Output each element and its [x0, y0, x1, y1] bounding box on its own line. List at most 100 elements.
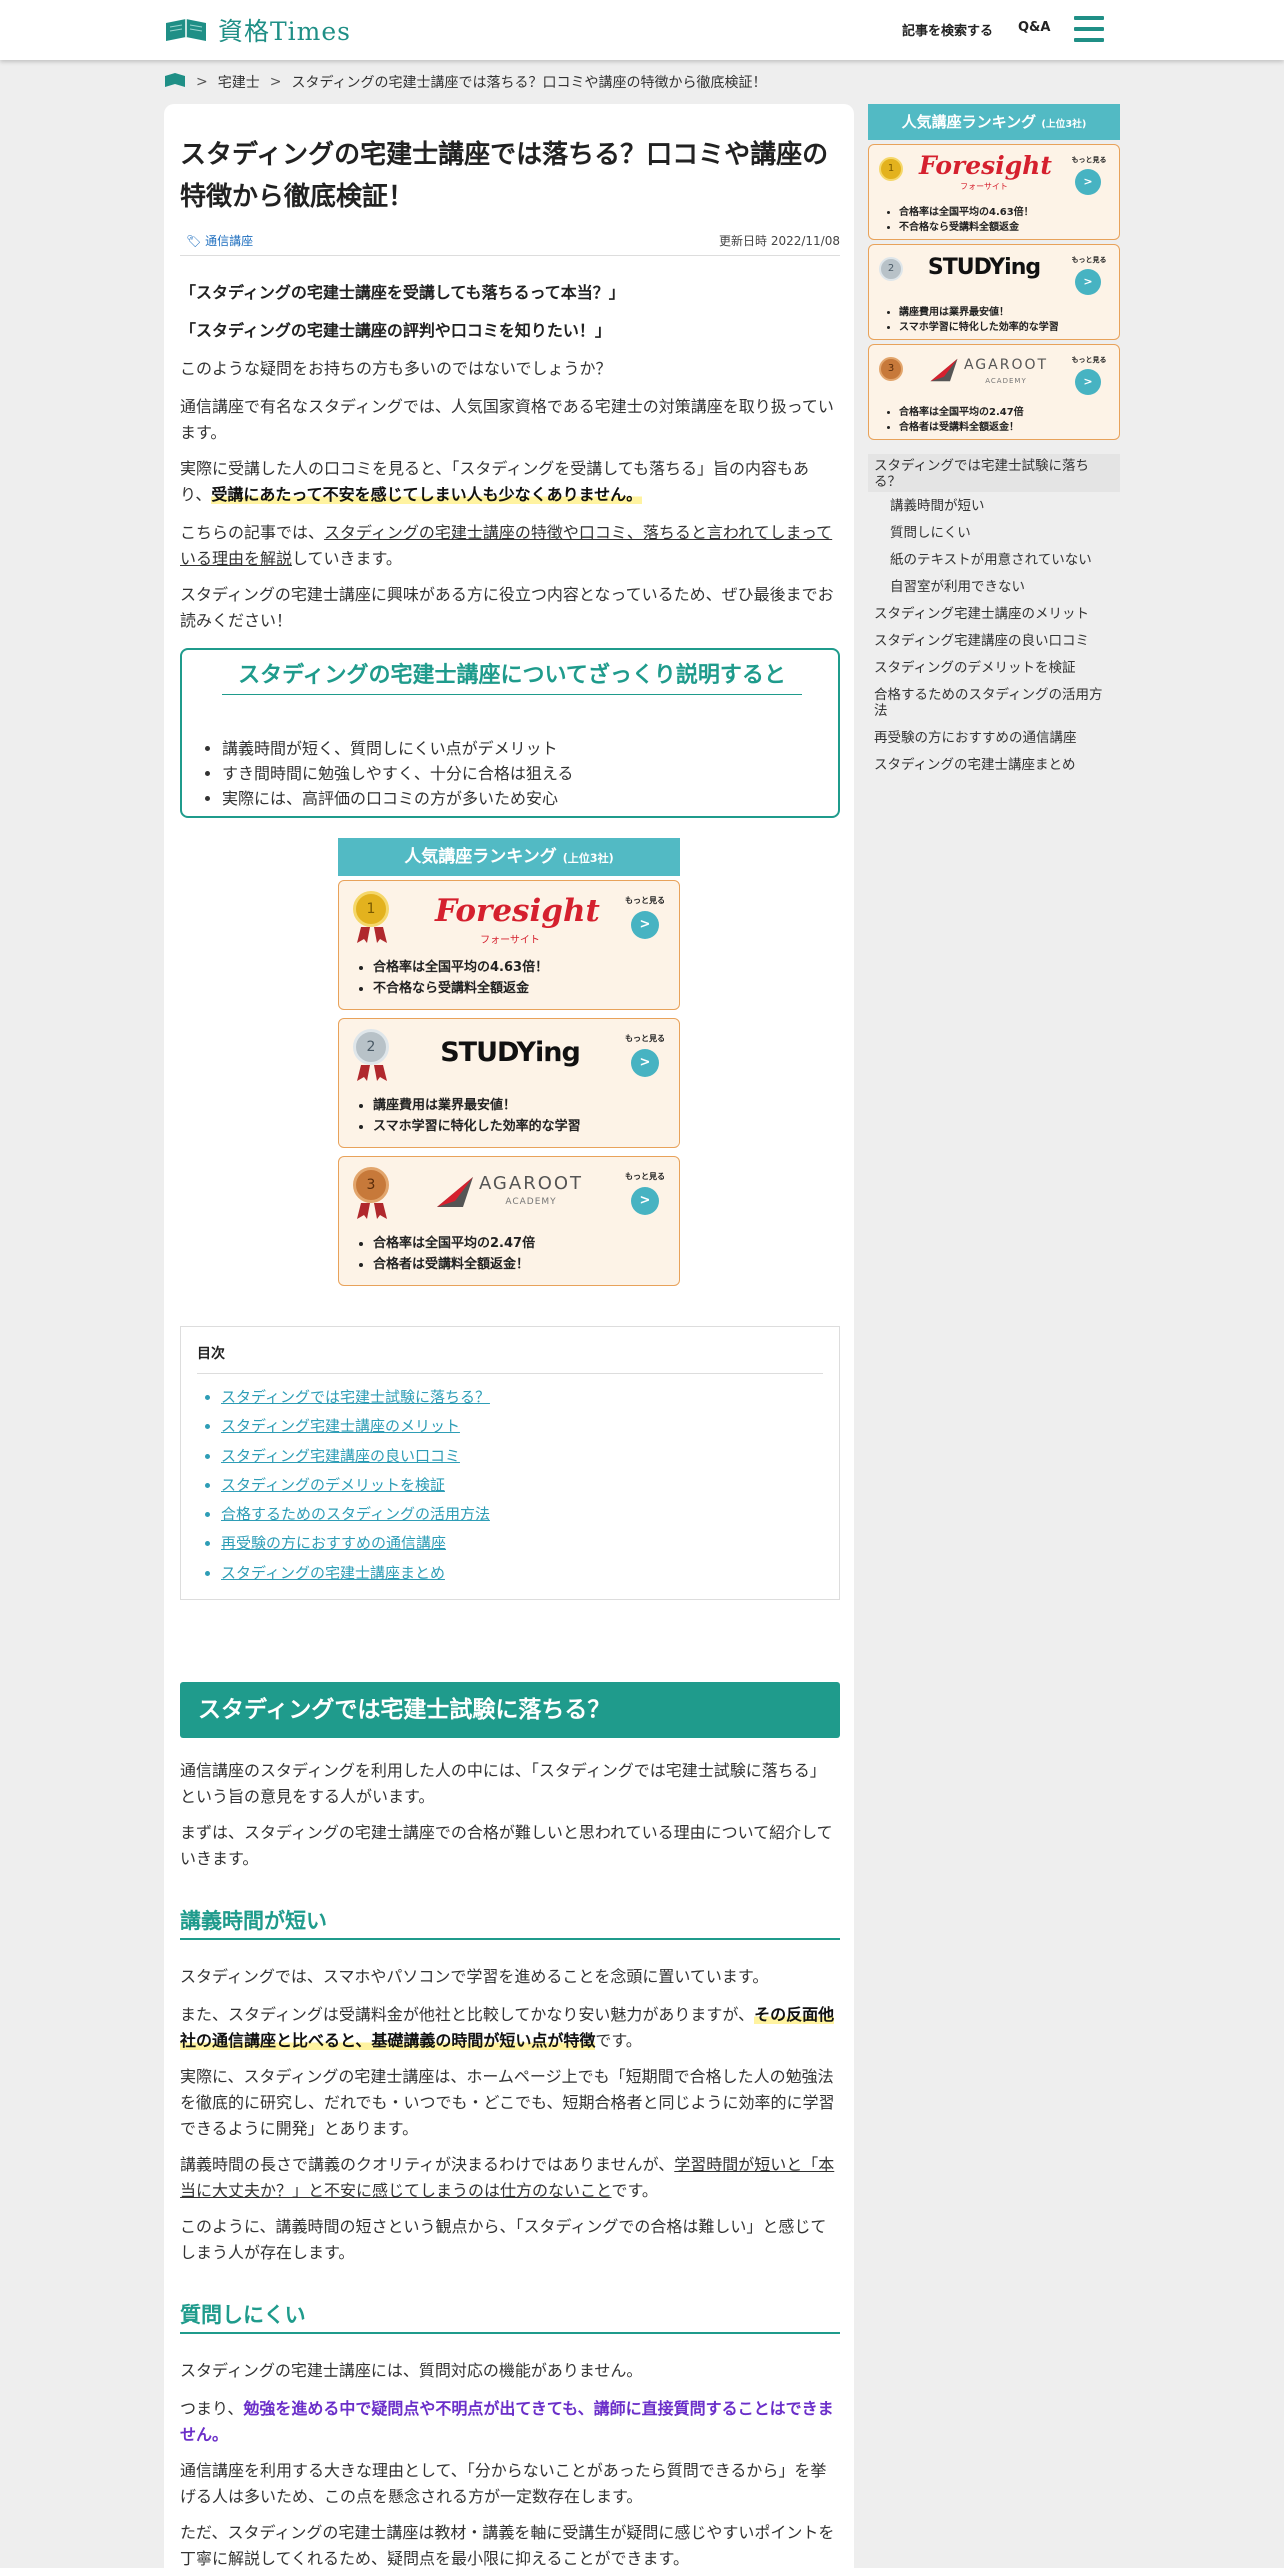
home-icon[interactable]: [164, 72, 186, 92]
text-span: していきます。: [292, 549, 402, 568]
toc-link[interactable]: スタディング宅建講座の良い口コミ: [221, 1447, 460, 1465]
summary-item: すき間時間に勉強しやすく、十分に合格は狙える: [222, 761, 573, 786]
nav-search-link[interactable]: 記事を検索する: [902, 20, 993, 39]
text-span: 講義時間の長さで講義のクオリティが決まるわけではありませんが、: [180, 2155, 675, 2174]
ranking-widget-sidebar: 人気講座ランキング (上位3社) 1 Foresight フォーサイト もっと見…: [868, 104, 1120, 440]
text-span: また、スタディングは受講料金が他社と比較してかなり安い魅力がありますが、: [180, 2005, 755, 2024]
arrow-go-button[interactable]: >: [1075, 369, 1101, 395]
ranking-item-1[interactable]: 1 Foresight フォーサイト もっと見る > 合格率は全国平均の4.63…: [868, 144, 1120, 240]
sidebar-toc-item[interactable]: 質問しにくい: [868, 525, 1120, 541]
toc-link[interactable]: スタディングのデメリットを検証: [221, 1476, 445, 1494]
arrow-go-button[interactable]: >: [1075, 269, 1101, 295]
toc-item: スタディングでは宅建士試験に落ちる？: [221, 1383, 490, 1412]
summary-title: スタディングの宅建士講座についてざっくり説明すると: [222, 660, 802, 695]
sidebar-toc-item[interactable]: スタディング宅建士講座のメリット: [868, 606, 1120, 622]
section-paragraph: このように、講義時間の短さという観点から、「スタディングでの合格は難しい」と感じ…: [180, 2217, 827, 2262]
summary-item: 実際には、高評価の口コミの方が多いため安心: [222, 786, 573, 811]
breadcrumb-category[interactable]: 宅建士: [218, 72, 260, 92]
medal-ribbon-icon: [357, 1203, 387, 1219]
toc-link[interactable]: 合格するためのスタディングの活用方法: [221, 1505, 490, 1523]
ranking-item-2[interactable]: 2 STUDYing もっと見る > 講座費用は業界最安値！ スマホ学習に特化し…: [868, 244, 1120, 340]
studying-logo: STUDYing: [440, 1037, 581, 1068]
sidebar-toc-item[interactable]: 自習室が利用できない: [868, 579, 1120, 595]
toc-item: スタディング宅建士講座のメリット: [221, 1412, 490, 1441]
intro-paragraph-2: 通信講座で有名なスタディングでは、人気国家資格である宅建士の対策講座を取り扱って…: [180, 397, 834, 442]
article-card: スタディングの宅建士講座では落ちる？口コミや講座の特徴から徹底検証！ 🏷 通信講…: [164, 104, 854, 2568]
arrow-go-button[interactable]: >: [631, 1187, 659, 1215]
more-link[interactable]: もっと見る: [621, 895, 669, 906]
more-link[interactable]: もっと見る: [621, 1033, 669, 1044]
ranking-item-2[interactable]: 2 STUDYing もっと見る > 講座費用は業界最安値！ スマホ学習に特化し…: [338, 1018, 680, 1148]
intro-question-1: 「スタディングの宅建士講座を受講しても落ちるって本当？」: [180, 283, 625, 302]
summary-item: 講義時間が短く、質問しにくい点がデメリット: [222, 736, 573, 761]
agaroot-triangle-icon: [437, 1177, 473, 1207]
more-link[interactable]: もっと見る: [1065, 355, 1113, 365]
category-tag[interactable]: 🏷 通信講座: [186, 232, 253, 249]
sidebar-toc-item[interactable]: 講義時間が短い: [868, 498, 1120, 514]
sidebar-toc-item[interactable]: 合格するためのスタディングの活用方法: [868, 687, 1120, 719]
breadcrumb: > 宅建士 > スタディングの宅建士講座では落ちる？口コミや講座の特徴から徹底検…: [164, 72, 767, 92]
silver-medal-icon: 2: [353, 1029, 389, 1065]
ranking-bullets: 講座費用は業界最安値！ スマホ学習に特化した効率的な学習: [885, 305, 1059, 335]
more-link[interactable]: もっと見る: [621, 1171, 669, 1182]
toc-item: スタディングのデメリットを検証: [221, 1471, 490, 1500]
sidebar-toc-item[interactable]: スタディング宅建講座の良い口コミ: [868, 633, 1120, 649]
bronze-medal-icon: 3: [353, 1167, 389, 1203]
subsection-heading: 質問しにくい: [180, 2300, 840, 2334]
highlight-text: 受講にあたって不安を感じてしまい人も少なくありません。: [211, 485, 643, 504]
foresight-logo-sub: フォーサイト: [960, 182, 1008, 191]
ranking-item-3[interactable]: 3 AGAROOT ACADEMY もっと見る > 合格率は全国平均の2.47倍…: [868, 344, 1120, 440]
intro-paragraph-5: スタディングの宅建士講座に興味がある方に役立つ内容となっているため、ぜひ最後まで…: [180, 585, 834, 630]
toc-link[interactable]: スタディングの宅建士講座まとめ: [221, 1564, 445, 1582]
toc-link[interactable]: スタディングでは宅建士試験に落ちる？: [221, 1388, 490, 1406]
intro-paragraph-4: こちらの記事では、スタディングの宅建士講座の特徴や口コミ、落ちると言われてしまっ…: [180, 520, 840, 572]
arrow-go-button[interactable]: >: [631, 1049, 659, 1077]
agaroot-logo-sub: ACADEMY: [505, 1197, 557, 1207]
arrow-go-button[interactable]: >: [1075, 169, 1101, 195]
sidebar-toc-item[interactable]: スタディングでは宅建士試験に落ちる？: [868, 454, 1120, 492]
intro-question-2: 「スタディングの宅建士講座の評判や口コミを知りたい！」: [180, 321, 611, 340]
ranking-header: 人気講座ランキング (上位3社): [868, 104, 1120, 140]
arrow-go-button[interactable]: >: [631, 911, 659, 939]
sidebar-toc-item[interactable]: 紙のテキストが用意されていない: [868, 552, 1120, 568]
ranking-bullets: 合格率は全国平均の4.63倍！ 不合格なら受講料全額返金: [359, 957, 548, 999]
toc-item: 再受験の方におすすめの通信講座: [221, 1529, 490, 1558]
ranking-item-3[interactable]: 3 AGAROOT ACADEMY もっと見る > 合格率は全国平均の2.47倍…: [338, 1156, 680, 1286]
book-logo-icon: [164, 15, 208, 45]
ranking-bullet: スマホ学習に特化した効率的な学習: [373, 1116, 581, 1137]
sidebar-toc-item[interactable]: スタディングのデメリットを検証: [868, 660, 1120, 676]
intro-paragraph-1: このような疑問をお持ちの方も多いのではないでしょうか？: [180, 359, 612, 378]
ranking-bullet: スマホ学習に特化した効率的な学習: [899, 320, 1059, 335]
studying-logo: STUDYing: [927, 255, 1041, 280]
table-of-contents: 目次 スタディングでは宅建士試験に落ちる？ スタディング宅建士講座のメリット ス…: [180, 1326, 840, 1600]
toc-link[interactable]: 再受験の方におすすめの通信講座: [221, 1534, 446, 1552]
ranking-bullet: 合格者は受講料全額返金！: [899, 420, 1024, 435]
sidebar-toc-item[interactable]: 再受験の方におすすめの通信講座: [868, 730, 1120, 746]
article-title: スタディングの宅建士講座では落ちる？口コミや講座の特徴から徹底検証！: [180, 140, 829, 212]
text-span: です。: [595, 2031, 642, 2050]
ranking-item-1[interactable]: 1 Foresight フォーサイト もっと見る > 合格率は全国平均の4.63…: [338, 880, 680, 1010]
menu-hamburger-icon[interactable]: [1074, 16, 1104, 44]
updated-date: 更新日時 2022/11/08: [719, 234, 840, 248]
sidebar-toc-item[interactable]: スタディングの宅建士講座まとめ: [868, 757, 1120, 773]
ranking-bullet: 合格率は全国平均の2.47倍: [899, 405, 1024, 420]
more-link[interactable]: もっと見る: [1065, 155, 1113, 165]
toc-list: スタディングでは宅建士試験に落ちる？ スタディング宅建士講座のメリット スタディ…: [221, 1383, 490, 1588]
subsection-heading: 講義時間が短い: [180, 1906, 840, 1940]
section-heading: スタディングでは宅建士試験に落ちる？: [180, 1682, 840, 1738]
gold-medal-icon: 1: [879, 157, 903, 181]
ranking-widget-main: 人気講座ランキング (上位3社) 1 Foresight フォーサイト もっと見…: [338, 838, 680, 1294]
site-logo[interactable]: 資格Times: [164, 12, 351, 48]
foresight-logo-sub: フォーサイト: [480, 935, 540, 946]
ranking-bullet: 講座費用は業界最安値！: [373, 1095, 581, 1116]
nav-qa-link[interactable]: Q&A: [1018, 20, 1050, 35]
toc-link[interactable]: スタディング宅建士講座のメリット: [221, 1417, 460, 1435]
toc-title: 目次: [197, 1343, 823, 1374]
medal-ribbon-icon: [357, 1065, 387, 1081]
category-label: 通信講座: [205, 234, 254, 248]
foresight-logo: Foresight: [919, 151, 1052, 180]
emphasis-text: 勉強を進める中で疑問点や不明点が出てきても、講師に直接質問することはできません。: [180, 2399, 834, 2444]
more-link[interactable]: もっと見る: [1065, 255, 1113, 265]
logo-text: 資格Times: [218, 17, 352, 46]
ranking-bullet: 不合格なら受講料全額返金: [373, 978, 548, 999]
